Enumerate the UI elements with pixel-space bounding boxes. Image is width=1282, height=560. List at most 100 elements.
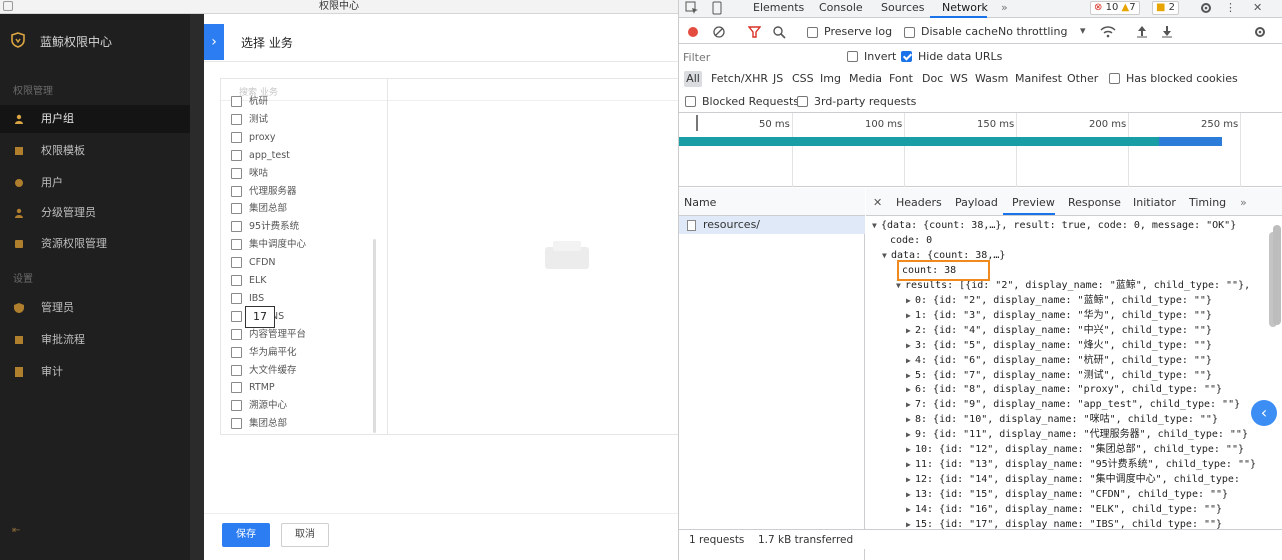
item-checkbox[interactable]: [231, 364, 242, 376]
expand-triangle-icon[interactable]: ▶: [906, 457, 915, 472]
expand-triangle-icon[interactable]: ▶: [906, 382, 915, 397]
expand-triangle-icon[interactable]: ▶: [906, 517, 915, 529]
network-settings-gear-icon[interactable]: [1253, 25, 1267, 39]
item-checkbox[interactable]: [231, 310, 242, 322]
tab-preview[interactable]: Preview: [1012, 196, 1055, 209]
chevron-left-icon[interactable]: ‹: [1251, 400, 1277, 426]
timeline-window-handle[interactable]: [696, 115, 698, 131]
expand-triangle-icon[interactable]: ▶: [906, 427, 915, 442]
throttling-select[interactable]: No throttling: [998, 25, 1067, 38]
json-line[interactable]: code: 0: [890, 233, 932, 248]
tab-response[interactable]: Response: [1068, 196, 1121, 209]
expand-triangle-icon[interactable]: ▶: [906, 338, 915, 353]
cancel-button[interactable]: 取消: [281, 523, 329, 547]
item-checkbox[interactable]: [231, 346, 242, 358]
type-filter-media[interactable]: Media: [849, 72, 882, 85]
item-checkbox[interactable]: [231, 292, 242, 304]
item-checkbox[interactable]: [231, 167, 242, 179]
json-line[interactable]: ▶ 0: {id: "2", display_name: "蓝鲸", child_…: [906, 293, 1212, 308]
request-row[interactable]: resources/: [679, 216, 865, 234]
list-item[interactable]: 代理服务器: [231, 183, 381, 201]
type-filter-other[interactable]: Other: [1067, 72, 1098, 85]
upload-icon[interactable]: [1136, 25, 1148, 38]
list-item[interactable]: 95计费系统: [231, 218, 381, 236]
tab-network[interactable]: Network: [942, 1, 988, 14]
item-checkbox[interactable]: [231, 221, 242, 233]
more-detail-tabs-icon[interactable]: »: [1240, 196, 1247, 209]
json-line[interactable]: ▶ 6: {id: "8", display_name: "proxy", chi…: [906, 382, 1222, 397]
type-filter-wasm[interactable]: Wasm: [975, 72, 1008, 85]
preserve-log-checkbox[interactable]: [807, 27, 818, 38]
more-options-icon[interactable]: ⋮: [1225, 1, 1236, 14]
item-checkbox[interactable]: [231, 149, 242, 161]
save-button[interactable]: 保存: [222, 523, 270, 547]
json-line[interactable]: ▶ 12: {id: "14", display_name: "集中调度中心", …: [906, 472, 1240, 487]
sidebar-item-audit[interactable]: 审计: [0, 358, 190, 386]
expand-triangle-icon[interactable]: ▼: [872, 218, 881, 233]
blocked-requests-checkbox[interactable]: [685, 96, 696, 107]
expand-triangle-icon[interactable]: ▶: [906, 353, 915, 368]
json-line[interactable]: ▶ 14: {id: "16", display_name: "ELK", chi…: [906, 502, 1222, 517]
more-tabs-icon[interactable]: »: [1001, 1, 1008, 14]
network-timeline[interactable]: 50 ms 100 ms 150 ms 200 ms 250 ms: [679, 113, 1282, 187]
json-line[interactable]: ▶ 8: {id: "10", display_name: "咪咕", child…: [906, 412, 1218, 427]
chevron-down-icon[interactable]: ▾: [1080, 24, 1086, 37]
request-list-header[interactable]: Name: [679, 188, 865, 216]
item-checkbox[interactable]: [231, 328, 242, 340]
sidebar-item-resource-permission[interactable]: 资源权限管理: [0, 230, 190, 258]
item-checkbox[interactable]: [231, 400, 242, 412]
json-line[interactable]: ▶ 13: {id: "15", display_name: "CFDN", ch…: [906, 487, 1228, 502]
list-item[interactable]: 大文件缓存: [231, 362, 381, 380]
item-checkbox[interactable]: [231, 113, 242, 125]
expand-triangle-icon[interactable]: ▶: [906, 293, 915, 308]
expand-triangle-icon[interactable]: ▶: [906, 442, 915, 457]
item-checkbox[interactable]: [231, 275, 242, 286]
close-icon[interactable]: ✕: [1253, 1, 1262, 14]
list-item[interactable]: 内容管理平台: [231, 326, 381, 344]
filter-input[interactable]: [683, 49, 838, 65]
json-line[interactable]: ▶ 4: {id: "6", display_name: "杭研", child_…: [906, 353, 1212, 368]
list-item[interactable]: 集团总部: [231, 415, 381, 433]
errors-badge[interactable]: ⊗ 10 ▲7: [1090, 1, 1140, 15]
json-line[interactable]: ▶ 15: {id: "17", display_name: "IBS", chi…: [906, 517, 1222, 529]
sidebar-item-user[interactable]: 用户: [0, 169, 190, 197]
item-checkbox[interactable]: [231, 96, 242, 107]
type-filter-img[interactable]: Img: [820, 72, 841, 85]
json-line[interactable]: ▶ 11: {id: "13", display_name: "95计费系统", …: [906, 457, 1256, 472]
item-checkbox[interactable]: [231, 185, 242, 197]
download-icon[interactable]: [1161, 25, 1173, 38]
sidebar-item-template[interactable]: 权限模板: [0, 137, 190, 165]
item-checkbox[interactable]: [231, 131, 242, 143]
list-item[interactable]: RTMP: [231, 379, 381, 397]
sidebar-item-grade-admin[interactable]: 分级管理员: [0, 199, 190, 227]
json-line[interactable]: ▶ 2: {id: "4", display_name: "中兴", child_…: [906, 323, 1212, 338]
expand-triangle-icon[interactable]: ▶: [906, 397, 915, 412]
json-line[interactable]: ▶ 5: {id: "7", display_name: "测试", child_…: [906, 368, 1212, 383]
tab-initiator[interactable]: Initiator: [1133, 196, 1176, 209]
collapse-sidebar-icon[interactable]: ⇤: [12, 525, 20, 536]
blocked-cookies-checkbox[interactable]: [1109, 73, 1120, 84]
expand-triangle-icon[interactable]: ▶: [906, 472, 915, 487]
invert-checkbox[interactable]: [847, 51, 858, 62]
filter-icon[interactable]: [748, 26, 761, 38]
type-filter-fetch[interactable]: Fetch/XHR: [711, 72, 768, 85]
gear-icon[interactable]: [1199, 1, 1213, 15]
hide-data-urls-checkbox[interactable]: [901, 51, 912, 62]
tab-headers[interactable]: Headers: [896, 196, 942, 209]
expand-triangle-icon[interactable]: ▼: [882, 248, 891, 263]
list-item[interactable]: app_test: [231, 147, 381, 165]
json-line[interactable]: ▶ 10: {id: "12", display_name: "集团总部", ch…: [906, 442, 1244, 457]
device-toolbar-icon[interactable]: [710, 1, 724, 15]
expand-triangle-icon[interactable]: ▶: [906, 487, 915, 502]
close-detail-icon[interactable]: ✕: [873, 196, 882, 209]
type-filter-manifest[interactable]: Manifest: [1015, 72, 1062, 85]
expand-triangle-icon[interactable]: ▶: [906, 412, 915, 427]
sidebar-item-user-group[interactable]: 用户组: [0, 105, 190, 133]
list-item[interactable]: proxy: [231, 129, 381, 147]
list-item[interactable]: 溯源中心: [231, 397, 381, 415]
item-checkbox[interactable]: [231, 418, 242, 430]
list-item[interactable]: CFDN: [231, 254, 381, 272]
list-item[interactable]: 杭研: [231, 93, 381, 111]
sidebar-item-approval[interactable]: 审批流程: [0, 326, 190, 354]
expand-triangle-icon[interactable]: ▶: [906, 323, 915, 338]
